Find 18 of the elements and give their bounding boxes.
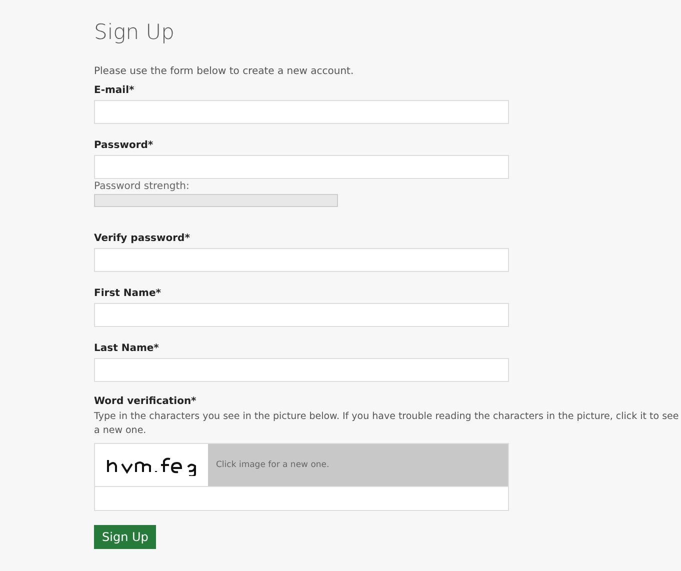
sign-up-button[interactable]: Sign Up (94, 525, 156, 549)
input-field[interactable] (94, 358, 509, 382)
field-label: Word verification* (94, 396, 198, 408)
input-field[interactable] (94, 100, 509, 124)
input-field[interactable] (94, 303, 509, 327)
input-field[interactable] (94, 248, 509, 272)
field-label: E-mail* (94, 85, 136, 97)
input-field[interactable] (94, 155, 509, 179)
strength-label: Password strength: (94, 181, 190, 193)
field-label: First Name* (94, 288, 162, 300)
page-title: Sign Up (94, 19, 176, 46)
field-label: Verify password* (94, 233, 191, 245)
field-label: Last Name* (94, 343, 160, 355)
captcha-input-field[interactable] (94, 487, 509, 511)
field-label: Password* (94, 140, 154, 152)
captcha-hint: Click image for a new one. (216, 458, 330, 472)
help-text: Type in the characters you see in the picture below. If you have trouble reading the characters in the picture, click it to see a new one. (94, 410, 680, 438)
intro-text: Please use the form below to create a new account. (94, 65, 355, 79)
